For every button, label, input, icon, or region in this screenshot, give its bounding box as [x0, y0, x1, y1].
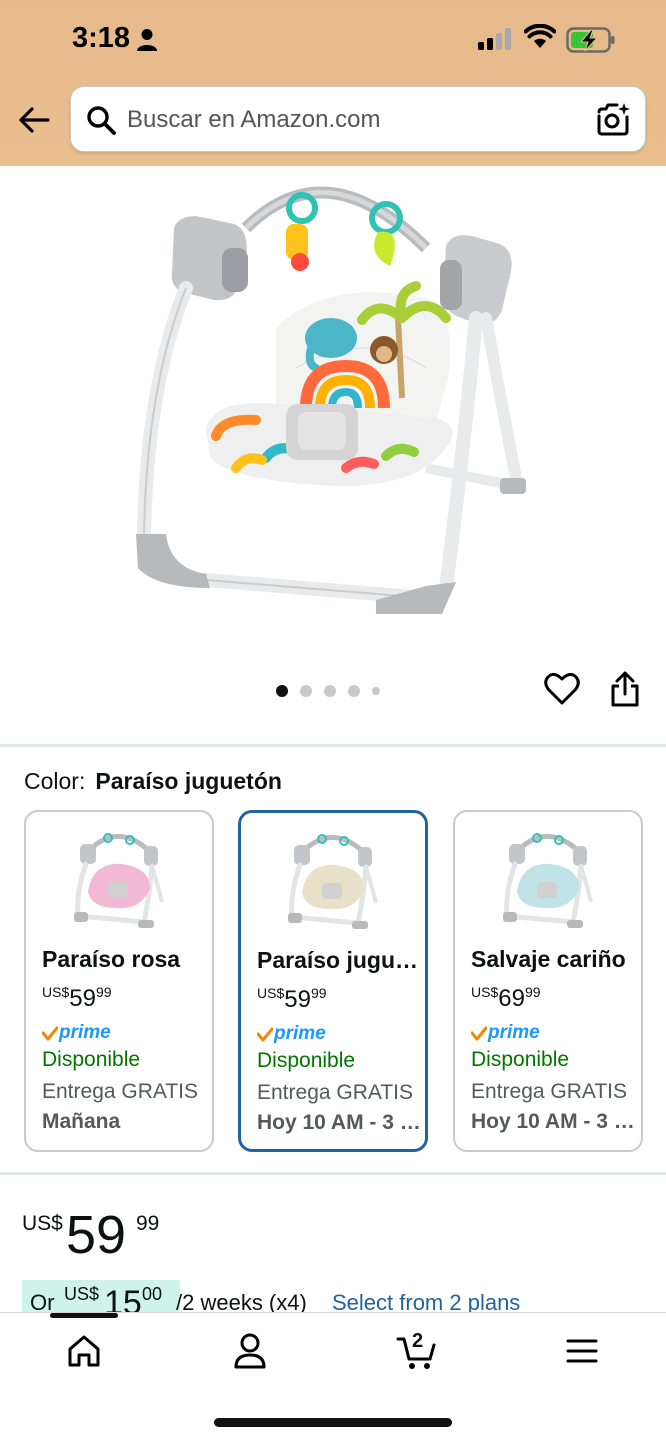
header: 3:18: [0, 0, 666, 166]
color-option-thumbnail: [74, 833, 164, 928]
price-whole: 59: [66, 1205, 127, 1265]
selected-color-name: Paraíso juguetón: [95, 768, 282, 794]
section-divider: [0, 1172, 666, 1175]
home-indicator: [214, 1418, 452, 1427]
installment-currency: US$: [64, 1284, 100, 1304]
delivery-date: Mañana: [42, 1110, 121, 1133]
color-option-price: US$6999: [471, 984, 541, 1012]
color-option-card[interactable]: Paraíso juguetón US$5999 prime Disponibl…: [238, 810, 428, 1152]
delivery-date: Hoy 10 AM - 3 PM: [257, 1111, 423, 1134]
product-image[interactable]: [126, 168, 540, 628]
price-cents: 99: [136, 1212, 160, 1235]
delivery-text: Entrega GRATIS: [257, 1081, 414, 1104]
active-tab-indicator: [50, 1313, 118, 1318]
status-bar: 3:18: [0, 0, 666, 80]
delivery-text: Entrega GRATIS: [42, 1080, 199, 1103]
menu-icon[interactable]: [562, 1331, 602, 1371]
prime-check-icon: [471, 1026, 487, 1041]
person-icon: [137, 29, 157, 51]
pagination-dot[interactable]: [300, 685, 312, 697]
prime-badge: prime: [42, 1022, 111, 1044]
color-option-name: Paraíso rosa: [42, 946, 181, 972]
price-currency: US$: [22, 1212, 63, 1235]
battery-charging-icon: [566, 27, 615, 53]
prime-badge: prime: [257, 1023, 326, 1045]
color-option-thumbnail: [503, 833, 593, 928]
color-option-card[interactable]: Salvaje cariño US$6999 prime Disponible …: [453, 810, 643, 1152]
color-label: Color:: [24, 768, 86, 794]
color-option-card[interactable]: Paraíso rosa US$5999 prime Disponible En…: [24, 810, 214, 1152]
camera-search-icon[interactable]: [595, 101, 631, 137]
wifi-icon: [524, 24, 556, 48]
prime-label: prime: [488, 1022, 540, 1043]
home-icon[interactable]: [64, 1331, 104, 1371]
heart-icon[interactable]: [544, 672, 580, 706]
share-icon[interactable]: [608, 670, 642, 708]
availability-text: Disponible: [42, 1048, 141, 1071]
color-selector-label: Color: Paraíso juguetón: [24, 768, 282, 795]
prime-check-icon: [42, 1026, 58, 1041]
color-option-name: Paraíso juguetón: [257, 947, 423, 973]
clock: 3:18: [72, 22, 131, 54]
prime-label: prime: [274, 1023, 326, 1044]
pagination-dot[interactable]: [276, 685, 288, 697]
section-divider: [0, 744, 666, 747]
delivery-text: Entrega GRATIS: [471, 1080, 628, 1103]
image-pagination-dots[interactable]: [276, 684, 380, 698]
installment-cents: 00: [142, 1284, 163, 1304]
pagination-dot[interactable]: [372, 687, 380, 695]
availability-text: Disponible: [471, 1048, 570, 1071]
color-option-price: US$5999: [42, 984, 112, 1012]
color-option-thumbnail: [288, 834, 378, 929]
pagination-dot[interactable]: [348, 685, 360, 697]
cart-count-badge: 2: [412, 1330, 424, 1352]
prime-badge: prime: [471, 1022, 540, 1044]
pagination-dot[interactable]: [324, 685, 336, 697]
prime-label: prime: [59, 1022, 111, 1043]
search-input[interactable]: [127, 99, 587, 141]
account-icon[interactable]: [230, 1331, 270, 1371]
delivery-date: Hoy 10 AM - 3 PM: [471, 1110, 637, 1133]
availability-text: Disponible: [257, 1049, 356, 1072]
back-arrow-icon[interactable]: [16, 102, 52, 138]
cellular-signal-icon: [478, 28, 511, 50]
prime-check-icon: [257, 1027, 273, 1042]
search-icon: [87, 106, 116, 135]
color-option-name: Salvaje cariño: [471, 946, 626, 972]
color-option-price: US$5999: [257, 985, 327, 1013]
search-bar[interactable]: [70, 86, 646, 152]
